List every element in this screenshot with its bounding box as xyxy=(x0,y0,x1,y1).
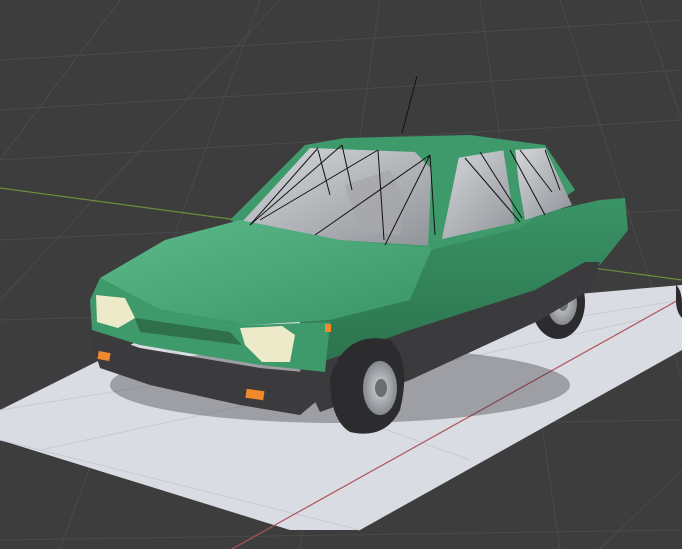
viewport-canvas[interactable] xyxy=(0,0,682,549)
side-marker xyxy=(325,324,331,332)
3d-viewport[interactable] xyxy=(0,0,682,549)
